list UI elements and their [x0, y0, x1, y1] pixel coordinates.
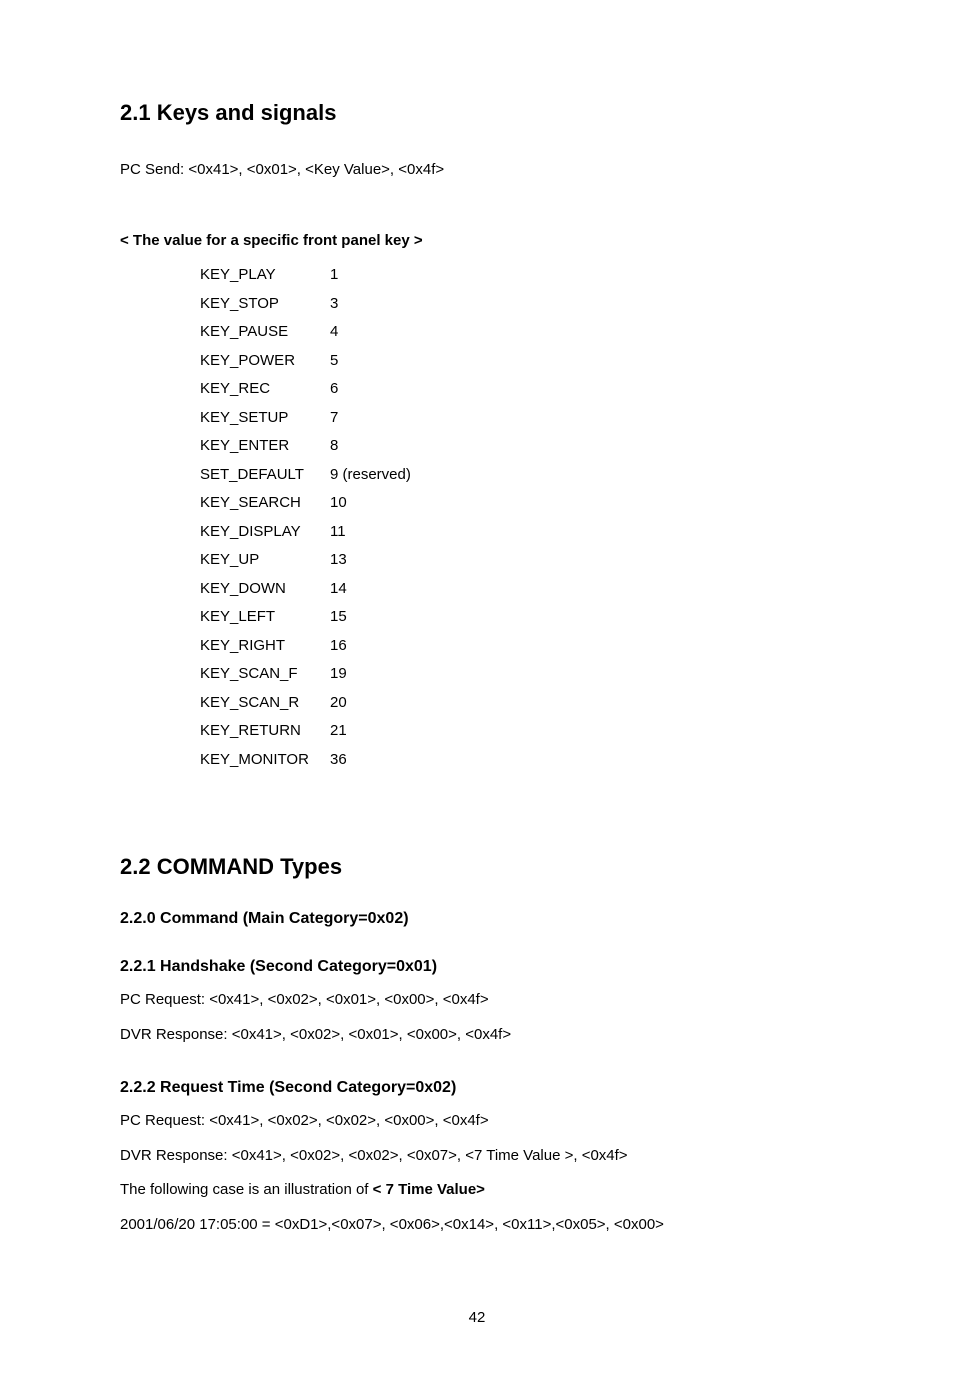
key-name: KEY_PAUSE — [200, 318, 330, 347]
key-name: KEY_DOWN — [200, 575, 330, 604]
key-value-table: KEY_PLAY1 KEY_STOP3 KEY_PAUSE4 KEY_POWER… — [200, 261, 834, 774]
key-value: 7 — [330, 404, 338, 433]
table-row: KEY_POWER5 — [200, 347, 834, 376]
table-row: KEY_LEFT15 — [200, 603, 834, 632]
key-value: 1 — [330, 261, 338, 290]
page-number: 42 — [120, 1309, 834, 1326]
key-name: KEY_SEARCH — [200, 489, 330, 518]
key-name: KEY_RETURN — [200, 717, 330, 746]
key-name: KEY_REC — [200, 375, 330, 404]
key-value: 20 — [330, 689, 347, 718]
key-name: KEY_DISPLAY — [200, 518, 330, 547]
key-name: SET_DEFAULT — [200, 461, 330, 490]
key-name: KEY_RIGHT — [200, 632, 330, 661]
table-row: KEY_RIGHT16 — [200, 632, 834, 661]
key-value: 19 — [330, 660, 347, 689]
table-row: KEY_PAUSE4 — [200, 318, 834, 347]
key-name: KEY_STOP — [200, 290, 330, 319]
key-name: KEY_SCAN_R — [200, 689, 330, 718]
key-value: 21 — [330, 717, 347, 746]
key-value: 4 — [330, 318, 338, 347]
document-page: 2.1 Keys and signals PC Send: <0x41>, <0… — [0, 0, 954, 1386]
table-row: KEY_PLAY1 — [200, 261, 834, 290]
key-name: KEY_PLAY — [200, 261, 330, 290]
table-row: KEY_SCAN_R20 — [200, 689, 834, 718]
key-name: KEY_UP — [200, 546, 330, 575]
section-2-2-heading: 2.2 COMMAND Types — [120, 854, 834, 880]
pc-send-line: PC Send: <0x41>, <0x01>, <Key Value>, <0… — [120, 156, 834, 185]
illustration-line: The following case is an illustration of… — [120, 1176, 834, 1205]
table-row: KEY_DOWN14 — [200, 575, 834, 604]
key-value: 3 — [330, 290, 338, 319]
key-value: 11 — [330, 518, 346, 547]
key-value: 6 — [330, 375, 338, 404]
table-row: KEY_SCAN_F19 — [200, 660, 834, 689]
key-value: 16 — [330, 632, 347, 661]
time-value-example: 2001/06/20 17:05:00 = <0xD1>,<0x07>, <0x… — [120, 1211, 834, 1240]
key-value: 5 — [330, 347, 338, 376]
table-row: KEY_UP13 — [200, 546, 834, 575]
key-name: KEY_MONITOR — [200, 746, 330, 775]
pc-request-line: PC Request: <0x41>, <0x02>, <0x02>, <0x0… — [120, 1107, 834, 1136]
key-name: KEY_POWER — [200, 347, 330, 376]
table-row: KEY_DISPLAY11 — [200, 518, 834, 547]
key-value: 13 — [330, 546, 347, 575]
key-name: KEY_LEFT — [200, 603, 330, 632]
table-row: KEY_ENTER8 — [200, 432, 834, 461]
table-row: KEY_SETUP7 — [200, 404, 834, 433]
key-value: 15 — [330, 603, 347, 632]
table-row: KEY_MONITOR36 — [200, 746, 834, 775]
key-value: 9 (reserved) — [330, 461, 411, 490]
key-value: 10 — [330, 489, 347, 518]
pc-request-line: PC Request: <0x41>, <0x02>, <0x01>, <0x0… — [120, 986, 834, 1015]
key-name: KEY_SCAN_F — [200, 660, 330, 689]
dvr-response-line: DVR Response: <0x41>, <0x02>, <0x02>, <0… — [120, 1142, 834, 1171]
table-row: KEY_SEARCH10 — [200, 489, 834, 518]
key-name: KEY_SETUP — [200, 404, 330, 433]
key-name: KEY_ENTER — [200, 432, 330, 461]
key-table-header: < The value for a specific front panel k… — [120, 227, 834, 256]
section-2-2-0-heading: 2.2.0 Command (Main Category=0x02) — [120, 910, 834, 928]
table-row: SET_DEFAULT9 (reserved) — [200, 461, 834, 490]
section-2-1-heading: 2.1 Keys and signals — [120, 100, 834, 126]
table-row: KEY_REC6 — [200, 375, 834, 404]
time-value-bold: < 7 Time Value> — [373, 1181, 485, 1198]
illustration-prefix: The following case is an illustration of — [120, 1181, 373, 1198]
key-value: 36 — [330, 746, 347, 775]
dvr-response-line: DVR Response: <0x41>, <0x02>, <0x01>, <0… — [120, 1021, 834, 1050]
key-value: 8 — [330, 432, 338, 461]
table-row: KEY_RETURN21 — [200, 717, 834, 746]
section-2-2-1-heading: 2.2.1 Handshake (Second Category=0x01) — [120, 958, 834, 976]
section-2-2-2-heading: 2.2.2 Request Time (Second Category=0x02… — [120, 1079, 834, 1097]
table-row: KEY_STOP3 — [200, 290, 834, 319]
key-value: 14 — [330, 575, 347, 604]
